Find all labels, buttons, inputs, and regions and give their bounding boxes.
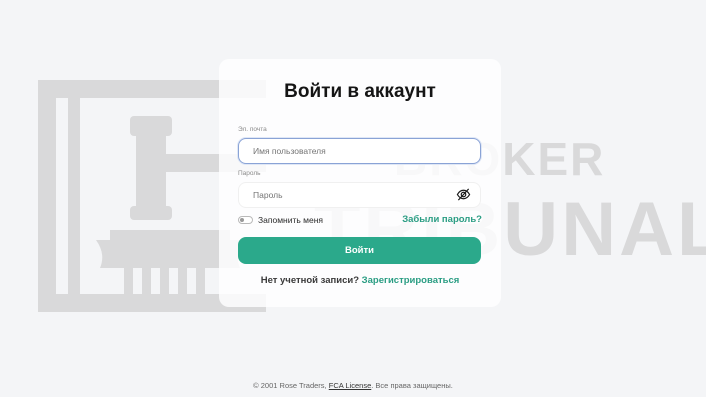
footer-rights: . Все права защищены. [371,381,453,390]
no-account-text: Нет учетной записи? [260,275,362,286]
eye-slash-icon[interactable] [456,187,471,202]
forgot-password-link[interactable]: Забыли пароль? [402,214,482,225]
email-field[interactable] [238,138,481,164]
page-title: Войти в аккаунт [284,81,436,102]
login-button[interactable]: Войти [238,237,481,264]
signup-link[interactable]: Зарегистрироваться [362,275,460,286]
fca-license-link[interactable]: FCA License [329,381,372,390]
email-label: Эл. почта [238,126,267,133]
toggle-knob [240,218,244,222]
footer-copyright: © 2001 Rose Traders, [253,381,329,390]
footer: © 2001 Rose Traders, FCA License. Все пр… [0,381,706,390]
remember-toggle[interactable] [238,216,253,224]
remember-label: Запомнить меня [258,215,324,225]
password-label: Пароль [238,170,261,177]
password-field[interactable] [238,182,481,208]
login-card: Войти в аккаунт Эл. почта Пароль Запомни… [219,59,501,307]
signup-row: Нет учетной записи? Зарегистрироваться [219,275,501,286]
